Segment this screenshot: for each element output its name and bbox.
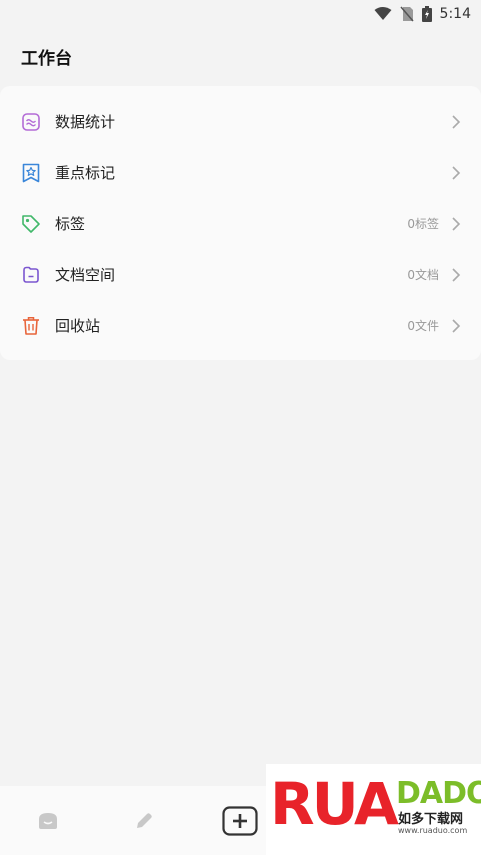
- menu-item-label: 回收站: [55, 317, 101, 335]
- chart-icon: [21, 112, 41, 132]
- header: 工作台: [0, 28, 481, 84]
- workspace-menu: 数据统计 重点标记 标签 0标签 文档空间 0文档 回收站 0文件: [0, 86, 481, 360]
- menu-item-label: 文档空间: [55, 266, 116, 284]
- menu-item-statistics[interactable]: 数据统计: [0, 96, 481, 147]
- add-icon: [222, 805, 258, 836]
- tab-home[interactable]: [0, 811, 96, 831]
- chevron-right-icon: [452, 267, 461, 282]
- chevron-right-icon: [452, 114, 461, 129]
- chevron-right-icon: [452, 318, 461, 333]
- status-time: 5:14: [439, 6, 471, 22]
- edit-icon: [137, 812, 152, 828]
- home-icon: [39, 812, 57, 829]
- trash-icon: [21, 316, 41, 336]
- star-bookmark-icon: [21, 163, 41, 183]
- chevron-right-icon: [452, 165, 461, 180]
- watermark-url: www.ruaduo.com: [398, 826, 468, 835]
- menu-item-key-marks[interactable]: 重点标记: [0, 147, 481, 198]
- tag-icon: [21, 214, 41, 234]
- battery-charging-icon: [421, 6, 432, 22]
- menu-item-label: 重点标记: [55, 164, 116, 182]
- wifi-icon: [374, 7, 392, 20]
- watermark-cn-text: 如多下载网: [398, 812, 464, 827]
- menu-item-count: 0文件: [407, 319, 439, 333]
- menu-item-label: 标签: [55, 215, 86, 233]
- menu-item-doc-space[interactable]: 文档空间 0文档: [0, 249, 481, 300]
- page-title: 工作台: [21, 48, 72, 69]
- status-bar: 5:14: [0, 0, 481, 28]
- no-sim-icon: [399, 6, 414, 22]
- watermark-letters: RUA: [270, 770, 399, 838]
- watermark-logo: RUA DADO 如多下载网 www.ruaduo.com: [266, 764, 481, 855]
- menu-item-count: 0标签: [407, 217, 439, 231]
- folder-icon: [21, 265, 41, 285]
- tab-edit[interactable]: [96, 811, 192, 831]
- menu-item-count: 0文档: [407, 268, 439, 282]
- menu-item-recycle-bin[interactable]: 回收站 0文件: [0, 300, 481, 351]
- watermark-brand: DADO: [396, 776, 481, 811]
- menu-item-label: 数据统计: [55, 113, 116, 131]
- chevron-right-icon: [452, 216, 461, 231]
- menu-item-tags[interactable]: 标签 0标签: [0, 198, 481, 249]
